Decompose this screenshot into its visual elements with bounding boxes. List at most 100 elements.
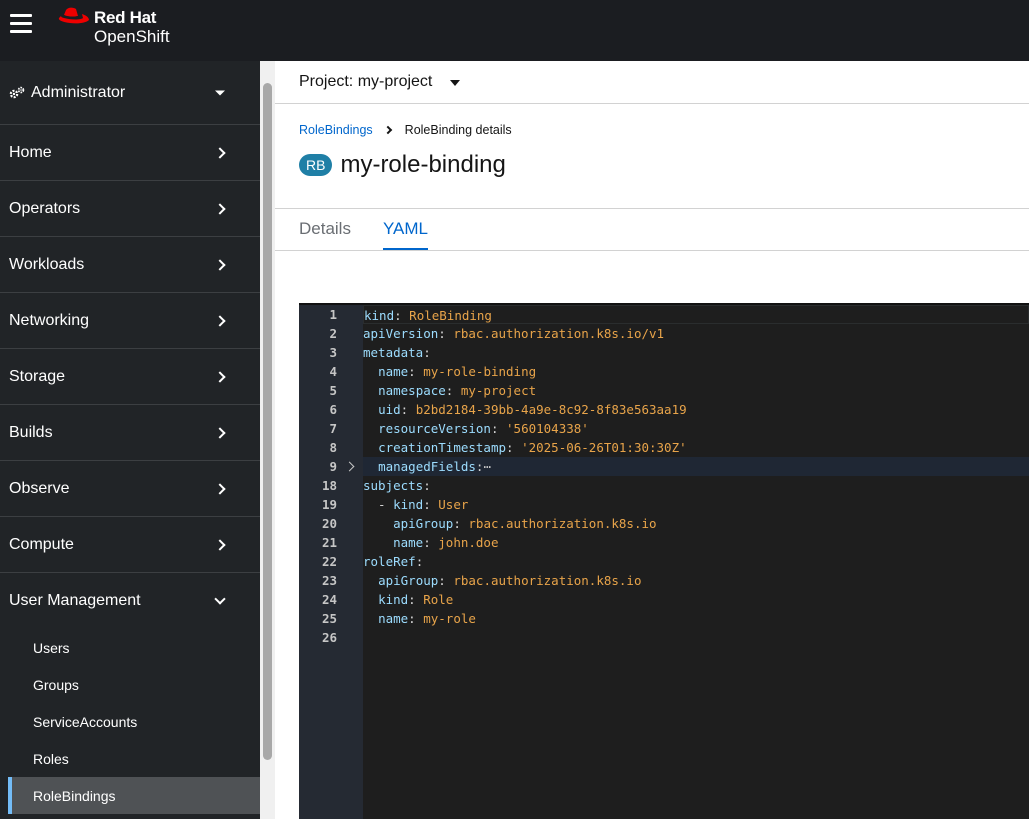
sidebar-item-label: Builds (9, 423, 53, 441)
yaml-key: kind (364, 308, 395, 323)
line-number: 18 (321, 478, 337, 493)
yaml-value: rbac.authorization.k8s.io/v1 (453, 326, 665, 341)
code-line: apiVersion: rbac.authorization.k8s.io/v1 (363, 326, 665, 341)
yaml-value: User (438, 497, 469, 512)
yaml-value: b2bd2184-39bb-4a9e-8c92-8f83e563aa19 (415, 402, 687, 417)
yaml-value: john.doe (438, 535, 499, 550)
hamburger-menu-icon[interactable] (10, 14, 32, 34)
yaml-key: apiGroup (393, 516, 454, 531)
sidebar-subitem-serviceaccounts[interactable]: ServiceAccounts (0, 703, 260, 740)
sidebar-item-label: Compute (9, 535, 74, 553)
line-number: 21 (321, 535, 337, 550)
sidebar-subitem-users[interactable]: Users (0, 629, 260, 666)
sidebar-item-workloads[interactable]: Workloads (0, 237, 260, 293)
tab-details[interactable]: Details (299, 209, 351, 251)
line-number: 20 (321, 516, 337, 531)
code-area[interactable]: kind: RoleBinding apiVersion: rbac.author… (363, 305, 1029, 819)
red-hat-icon (58, 7, 89, 24)
breadcrumb-link-rolebindings[interactable]: RoleBindings (299, 123, 373, 137)
yaml-key: name (378, 611, 409, 626)
sidebar-item-home[interactable]: Home (0, 125, 260, 181)
chevron-right-icon (383, 125, 392, 135)
code-line: - kind: User (363, 497, 469, 512)
yaml-value: '2025-06-26T01:30:30Z' (521, 440, 687, 455)
sidebar-subitem-rolebindings[interactable]: RoleBindings (8, 777, 260, 814)
masthead: Red Hat OpenShift (0, 0, 1029, 61)
code-line: kind: RoleBinding (363, 305, 1029, 324)
yaml-value: RoleBinding (409, 308, 492, 323)
sidebar-item-label: Observe (9, 479, 70, 497)
code-line: uid: b2bd2184-39bb-4a9e-8c92-8f83e563aa1… (378, 402, 687, 417)
brand-line1: Red Hat (94, 8, 157, 27)
yaml-key: managedFields (378, 459, 476, 474)
resource-badge: RB (299, 154, 333, 176)
yaml-key: subjects (363, 478, 424, 493)
yaml-value: rbac.authorization.k8s.io (468, 516, 657, 531)
caret-down-icon (450, 79, 461, 86)
sidebar-item-storage[interactable]: Storage (0, 349, 260, 405)
project-selector[interactable]: Project: my-project (275, 61, 1029, 104)
yaml-value: Role (423, 592, 454, 607)
project-selector-label: Project: my-project (299, 73, 433, 90)
divider (275, 250, 1029, 251)
code-line: metadata: (363, 345, 431, 360)
fold-ellipsis[interactable]: ⋯ (483, 459, 491, 474)
sidebar-item-networking[interactable]: Networking (0, 293, 260, 349)
sidebar-item-label: Operators (9, 199, 81, 217)
line-number: 24 (321, 592, 337, 607)
sidebar-item-operators[interactable]: Operators (0, 181, 260, 237)
line-number: 6 (329, 402, 337, 417)
yaml-value: '560104338' (506, 421, 589, 436)
sidebar-item-label: Storage (9, 367, 66, 385)
code-line: creationTimestamp: '2025-06-26T01:30:30Z… (378, 440, 687, 455)
sidebar: Administrator Home Operators Workloads Netw… (0, 61, 260, 819)
sidebar-item-observe[interactable]: Observe (0, 461, 260, 517)
yaml-key: apiVersion (363, 326, 439, 341)
yaml-value: my-role-binding (423, 364, 537, 379)
line-number: 26 (321, 630, 337, 645)
tabs: Details YAML (299, 209, 460, 251)
line-number: 5 (329, 383, 337, 398)
sidebar-scrollbar-thumb[interactable] (263, 83, 272, 760)
code-line: resourceVersion: '560104338' (378, 421, 589, 436)
yaml-key: name (378, 364, 409, 379)
redhat-openshift-logo[interactable]: Red Hat OpenShift (56, 6, 170, 45)
code-line: name: john.doe (393, 535, 499, 550)
page-title: RB my-role-binding (299, 151, 506, 179)
tab-yaml[interactable]: YAML (382, 209, 429, 251)
yaml-key: name (393, 535, 424, 550)
sidebar-item-compute[interactable]: Compute (0, 517, 260, 573)
yaml-key: creationTimestamp (378, 440, 506, 455)
code-line: apiGroup: rbac.authorization.k8s.io (378, 573, 642, 588)
code-line: apiGroup: rbac.authorization.k8s.io (393, 516, 657, 531)
fold-expand-icon[interactable] (344, 461, 355, 472)
sidebar-item-label: Workloads (9, 255, 85, 273)
gears-icon (9, 86, 25, 98)
sidebar-item-builds[interactable]: Builds (0, 405, 260, 461)
sidebar-subitem-roles[interactable]: Roles (0, 740, 260, 777)
yaml-key: kind (378, 592, 409, 607)
code-line: subjects: (363, 478, 431, 493)
perspective-label: Administrator (31, 83, 126, 101)
yaml-key: apiGroup (378, 573, 439, 588)
code-line: managedFields:⋯ (363, 457, 1029, 476)
code-line: roleRef: (363, 554, 424, 569)
sidebar-item-user-management[interactable]: User Management (0, 573, 260, 629)
breadcrumb: RoleBindings RoleBinding details (299, 123, 512, 137)
caret-down-icon (215, 90, 225, 95)
main-content: Project: my-project RoleBindings RoleBin… (275, 61, 1029, 819)
yaml-key: kind (393, 497, 424, 512)
sidebar-item-label: Networking (9, 311, 90, 329)
yaml-key: metadata (363, 345, 424, 360)
perspective-switcher[interactable]: Administrator (0, 61, 260, 125)
line-number: 3 (329, 345, 337, 360)
yaml-key: roleRef (363, 554, 416, 569)
code-line: namespace: my-project (378, 383, 537, 398)
yaml-editor[interactable]: 1 2 3 4 5 6 7 8 9 18 19 20 21 22 23 24 25 26 kind: RoleBi… (299, 303, 1029, 819)
page-title-text: my-role-binding (340, 151, 506, 178)
code-line: kind: Role (378, 592, 454, 607)
line-number: 1 (329, 307, 337, 322)
sidebar-subitem-groups[interactable]: Groups (0, 666, 260, 703)
line-number: 8 (329, 440, 337, 455)
